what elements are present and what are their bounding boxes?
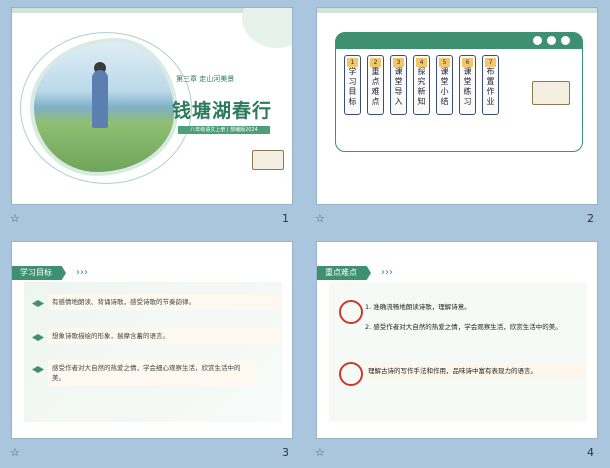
key-point: 1. 准确流畅地朗读诗歌，理解诗意。 (365, 303, 471, 311)
slide-thumb-4[interactable]: 重点难点 ››› 1. 准确流畅地朗读诗歌，理解诗意。 2. 感受作者对大自然的… (305, 234, 610, 468)
panel-titlebar (336, 33, 582, 49)
decor-circle (242, 8, 292, 48)
toc-item: 6 课堂练习 (459, 55, 476, 115)
key-point: 理解古诗的写作手法和作用，品味诗中富有表现力的语言。 (365, 364, 585, 379)
slide-thumb-2[interactable]: 1 学习目标 2 重点难点 3 课堂导入 4 探究新知 5 课堂小结 6 课堂练习 7 布置作… (305, 0, 610, 234)
slide-number: 2 (587, 212, 594, 225)
key-point: 2. 感受作者对大自然的热爱之情，学会观察生活，欣赏生活中的美。 (365, 323, 562, 331)
toc-item: 3 课堂导入 (390, 55, 407, 115)
toc-panel: 1 学习目标 2 重点难点 3 课堂导入 4 探究新知 5 课堂小结 6 课堂练习 7 布置作… (335, 32, 583, 152)
toc-item: 7 布置作业 (482, 55, 499, 115)
star-icon[interactable]: ☆ (315, 212, 325, 225)
window-dot-icon (561, 36, 570, 45)
goal-item: 有感情地朗读、背诵诗歌，感受诗歌的节奏韵律。 (48, 294, 282, 310)
slide-number: 1 (282, 212, 289, 225)
star-icon[interactable]: ☆ (315, 446, 325, 459)
toc-item: 4 探究新知 (413, 55, 430, 115)
slide-canvas: 学习目标 ››› 有感情地朗读、背诵诗歌，感受诗歌的节奏韵律。 想象诗歌描绘的形… (12, 242, 292, 438)
seal-stamp-icon (339, 300, 363, 324)
slide-number: 4 (587, 446, 594, 459)
book-icon (532, 81, 570, 105)
section-header: 学习目标 (12, 266, 66, 280)
subtitle-bar: 八年级语文上册 | 部编版2024 (178, 126, 270, 134)
slide-thumb-1[interactable]: 第三章 走山河美景 钱塘湖春行 八年级语文上册 | 部编版2024 ☆ 1 (0, 0, 305, 234)
window-dot-icon (547, 36, 556, 45)
top-strip (317, 8, 597, 13)
chevron-right-icon: ››› (76, 267, 88, 278)
star-icon[interactable]: ☆ (10, 446, 20, 459)
chapter-label: 第三章 走山河美景 (176, 75, 235, 83)
goal-item: 感受作者对大自然的热爱之情，学会细心观察生活，欣赏生活中的美。 (48, 360, 256, 386)
slide-number: 3 (282, 446, 289, 459)
poet-figure (92, 70, 108, 128)
slide-canvas: 1 学习目标 2 重点难点 3 课堂导入 4 探究新知 5 课堂小结 6 课堂练习 7 布置作… (317, 8, 597, 204)
slide-thumb-3[interactable]: 学习目标 ››› 有感情地朗读、背诵诗歌，感受诗歌的节奏韵律。 想象诗歌描绘的形… (0, 234, 305, 468)
slide-canvas: 第三章 走山河美景 钱塘湖春行 八年级语文上册 | 部编版2024 (12, 8, 292, 204)
toc-item: 1 学习目标 (344, 55, 361, 115)
section-header: 重点难点 (317, 266, 371, 280)
book-icon (252, 150, 284, 170)
chevron-right-icon: ››› (381, 267, 393, 278)
toc-list: 1 学习目标 2 重点难点 3 课堂导入 4 探究新知 5 课堂小结 6 课堂练习 7 布置作… (344, 55, 499, 115)
star-icon[interactable]: ☆ (10, 212, 20, 225)
goal-item: 想象诗歌描绘的形象，揣摩含蓄的语言。 (48, 328, 282, 344)
seal-stamp-icon (339, 362, 363, 386)
slide-title: 钱塘湖春行 (172, 100, 273, 122)
toc-item: 5 课堂小结 (436, 55, 453, 115)
window-dot-icon (533, 36, 542, 45)
slide-canvas: 重点难点 ››› 1. 准确流畅地朗读诗歌，理解诗意。 2. 感受作者对大自然的… (317, 242, 597, 438)
toc-item: 2 重点难点 (367, 55, 384, 115)
